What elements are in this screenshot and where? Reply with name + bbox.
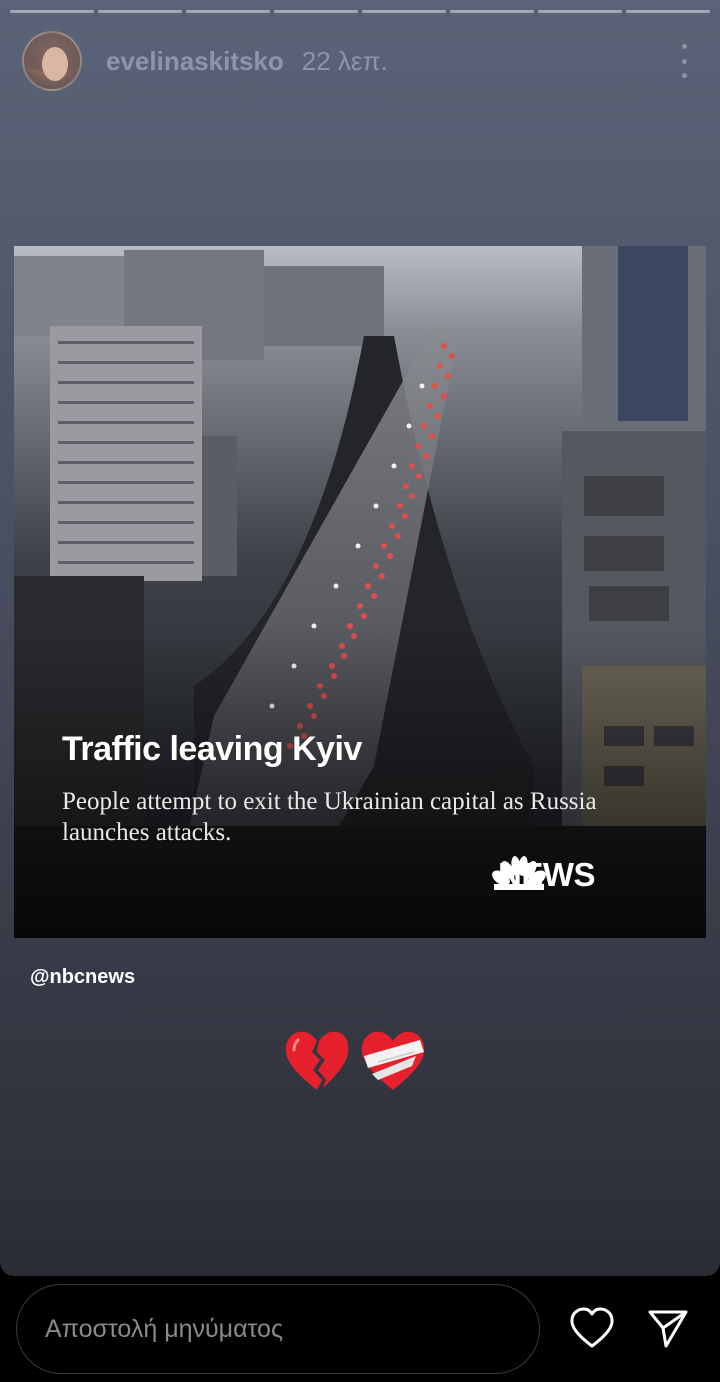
progress-segment (186, 10, 270, 13)
message-input[interactable] (16, 1284, 540, 1374)
post-time: 22 λεπ. (301, 45, 388, 76)
progress-segment (450, 10, 534, 13)
progress-segment (538, 10, 622, 13)
progress-segment (362, 10, 446, 13)
progress-segment (10, 10, 94, 13)
nbc-peacock-icon (492, 856, 546, 890)
user-avatar[interactable] (22, 31, 82, 91)
progress-segment (626, 10, 710, 13)
username[interactable]: evelinaskitsko (106, 46, 284, 77)
post-subtitle: People attempt to exit the Ukrainian cap… (62, 788, 597, 846)
heart-outline-icon[interactable] (568, 1306, 616, 1350)
progress-segment (274, 10, 358, 13)
progress-segment (98, 10, 182, 13)
broken-heart-icon (285, 1031, 349, 1090)
mending-heart-icon (361, 1031, 425, 1090)
story-header: evelinaskitsko 22 λεπ. (22, 30, 698, 92)
post-title: Traffic leaving Kyiv (62, 730, 362, 768)
shared-post-card[interactable]: Traffic leaving Kyiv People attempt to e… (14, 246, 706, 938)
mention-sticker[interactable]: @nbcnews (30, 966, 135, 989)
paper-plane-icon[interactable] (646, 1306, 690, 1350)
nbc-news-logo: NEWS (492, 856, 596, 894)
story-progress-bar (10, 10, 710, 13)
story-viewer[interactable]: evelinaskitsko 22 λεπ. Traffic leaving K… (0, 0, 720, 1276)
story-footer (0, 1276, 720, 1382)
more-options-icon[interactable] (674, 44, 694, 78)
emoji-stickers (282, 1026, 428, 1096)
